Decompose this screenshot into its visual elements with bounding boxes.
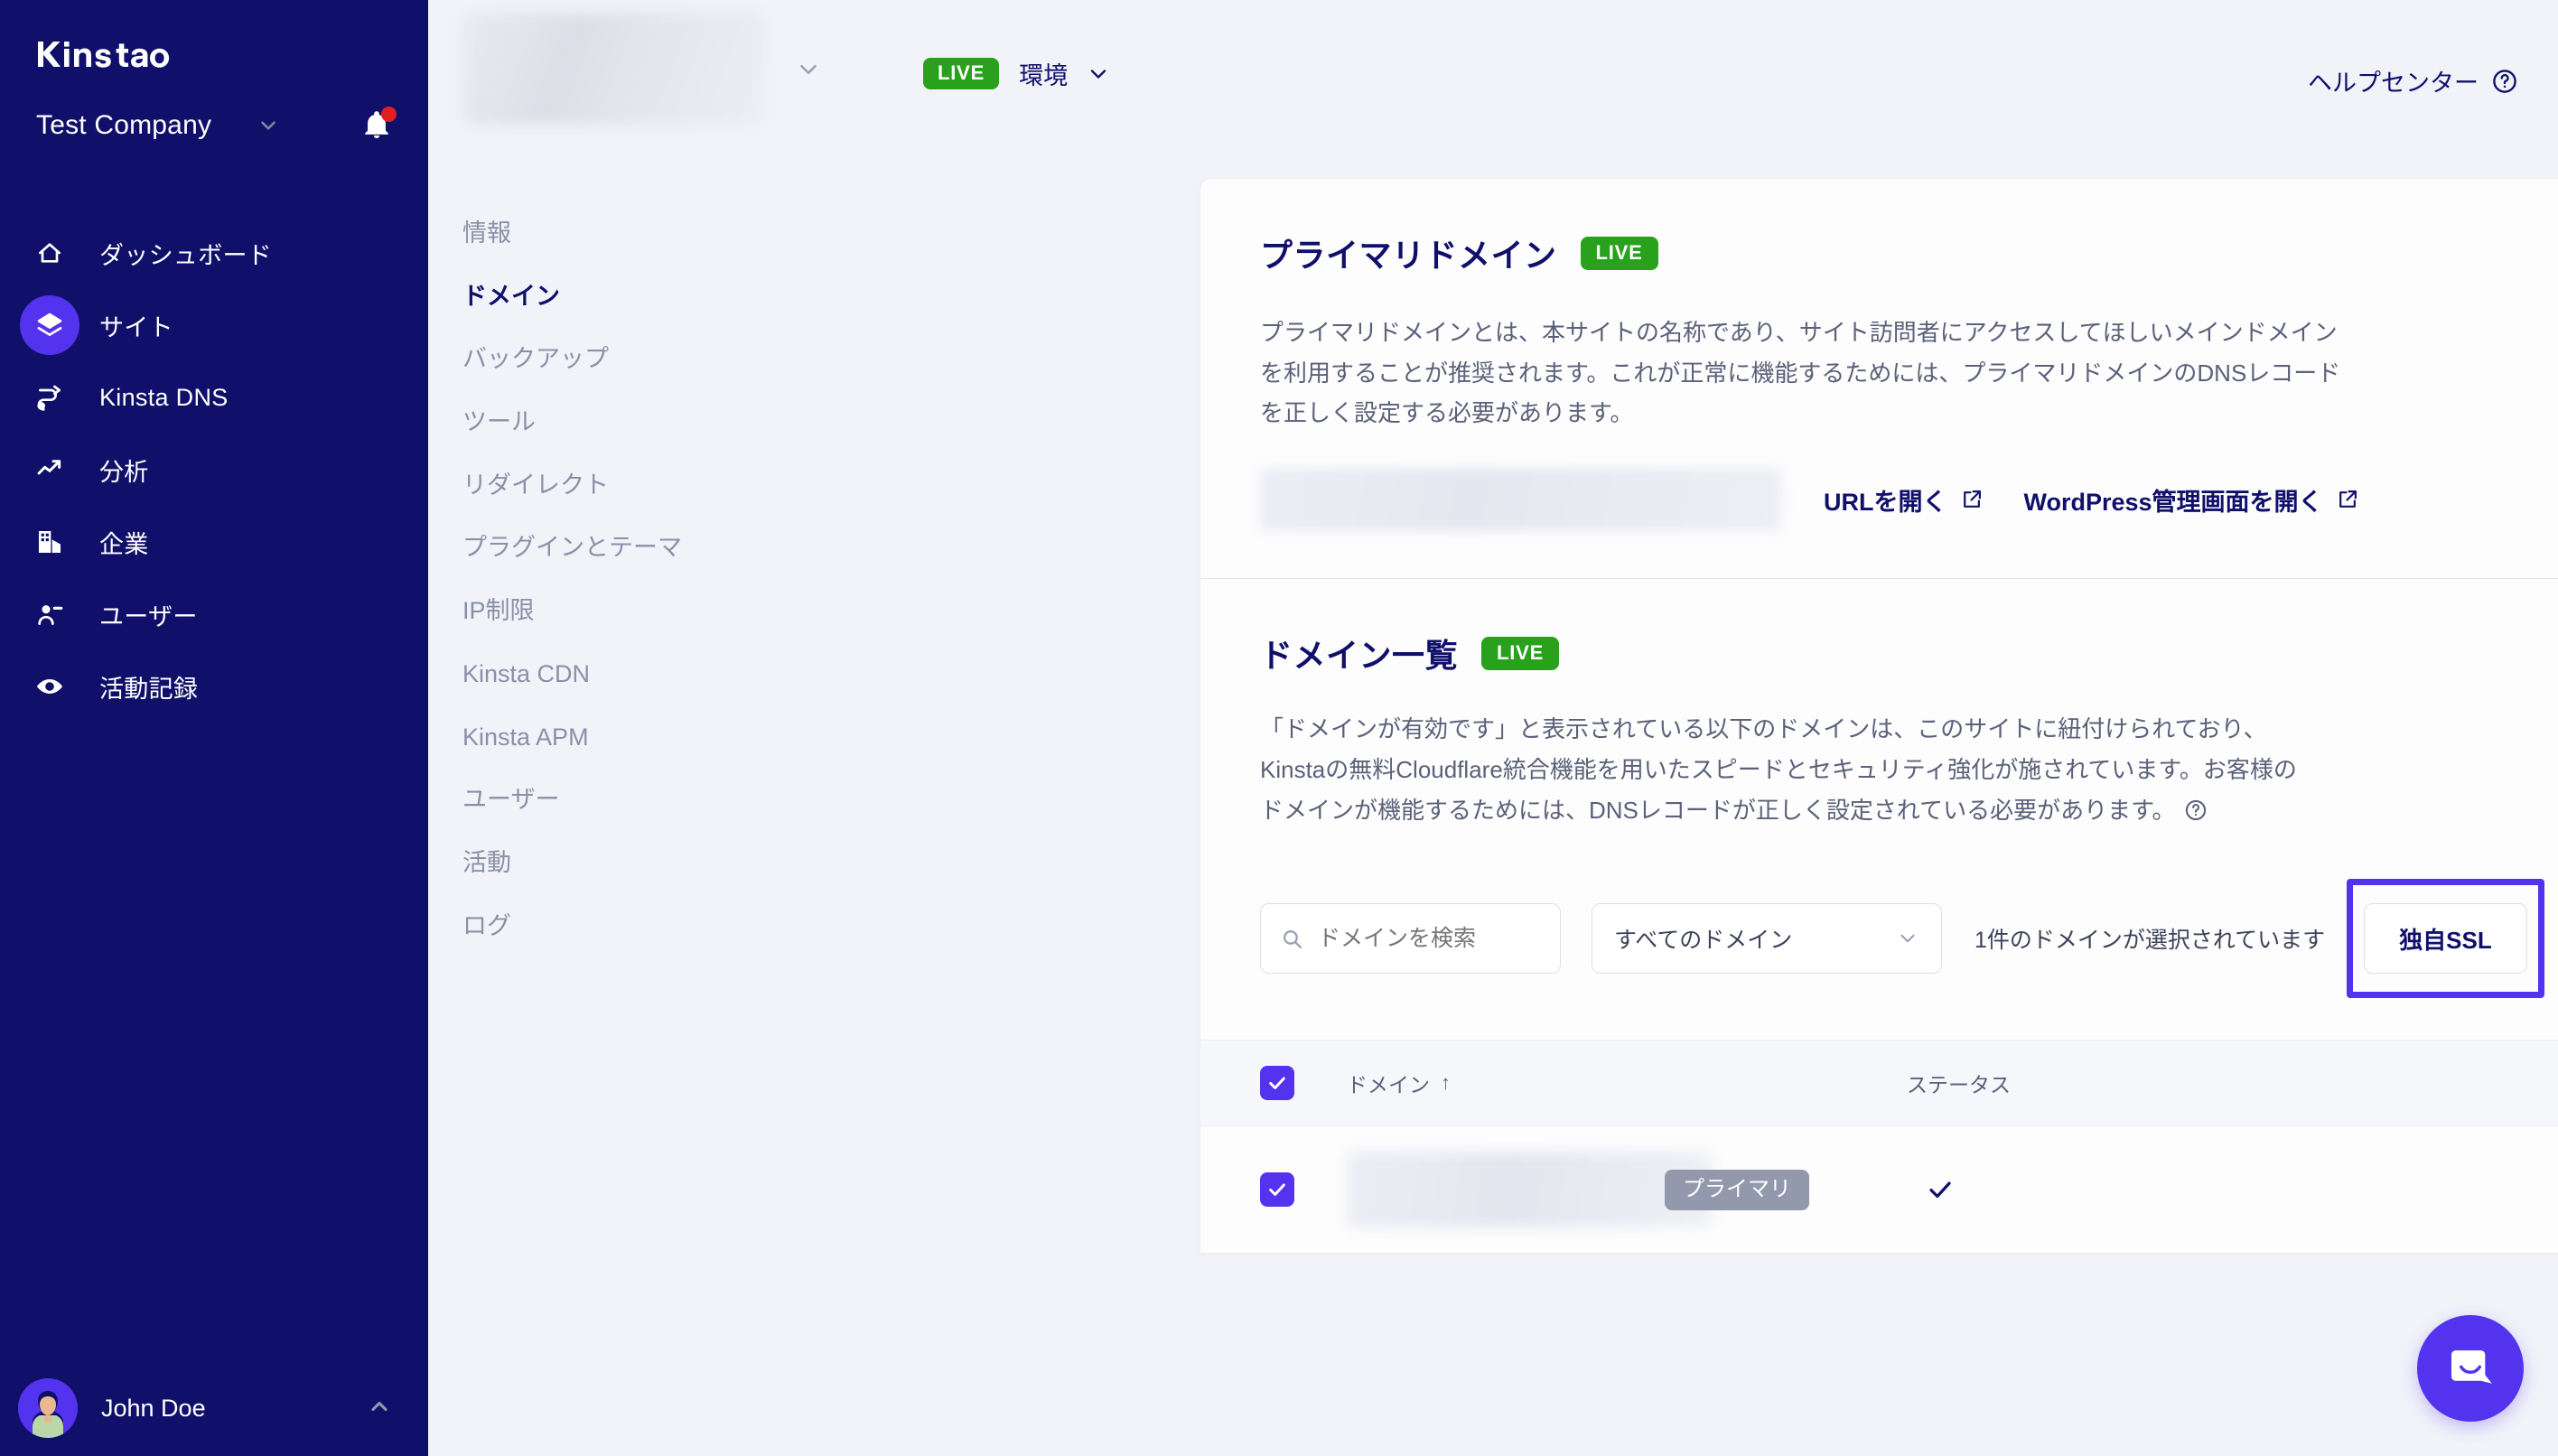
page-title: プライマリドメイン [1260, 229, 1557, 276]
site-subnav: 情報 ドメイン バックアップ ツール リダイレクト プラグインとテーマ IP制限… [428, 179, 772, 957]
primary-domain-section: プライマリドメイン LIVE プライマリドメインとは、本サイトの名称であり、サイ… [1200, 179, 2558, 578]
external-link-icon [2336, 489, 2358, 511]
subnav-item-logs[interactable]: ログ [0, 895, 772, 958]
check-icon [1267, 1180, 1287, 1199]
subnav-item-kinsta-apm[interactable]: Kinsta APM [0, 706, 772, 770]
domain-list-header: ドメイン一覧 LIVE もっと詳しく [1260, 630, 2558, 677]
chevron-up-icon[interactable] [367, 1394, 392, 1423]
check-icon [1927, 1176, 1954, 1203]
subnav-item-activity[interactable]: 活動 [0, 832, 772, 895]
site-name-blurred [462, 13, 764, 125]
url-blurred [1260, 468, 1782, 531]
domain-list-description-text: 「ドメインが有効です」と表示されている以下のドメインは、このサイトに紐付けられて… [1260, 715, 2297, 823]
row-checkbox[interactable] [1260, 1172, 1294, 1207]
subnav-item-info[interactable]: 情報 [0, 202, 772, 266]
content-card: プライマリドメイン LIVE プライマリドメインとは、本サイトの名称であり、サイ… [1200, 179, 2558, 1253]
avatar [18, 1378, 78, 1438]
search-icon [1281, 928, 1303, 950]
kinsta-logo[interactable] [0, 0, 428, 72]
main-area: LIVE 環境 ヘルプセンター 情報 ドメイン バックアップ ツール リダイレク… [428, 0, 2558, 1456]
company-name: Test Company [36, 110, 211, 141]
question-circle-icon [2491, 68, 2518, 95]
site-switcher-chevron-down-icon[interactable] [795, 56, 822, 88]
domain-filter-value: すべてのドメイン [1614, 922, 1792, 955]
chevron-down-icon[interactable] [257, 114, 280, 137]
search-input[interactable] [1318, 926, 1540, 952]
domain-filter-select[interactable]: すべてのドメイン [1592, 903, 1942, 974]
primary-domain-url-row: URLを開く WordPress管理画面を開く [1260, 468, 2558, 578]
live-badge: LIVE [923, 58, 999, 89]
column-header-domain[interactable]: ドメイン ↑ [1347, 1068, 1907, 1098]
subnav-item-plugins-themes[interactable]: プラグインとテーマ [0, 517, 772, 580]
sort-ascending-icon: ↑ [1441, 1071, 1451, 1095]
subnav-item-tools[interactable]: ツール [0, 391, 772, 454]
open-wp-admin-link[interactable]: WordPress管理画面を開く [2024, 482, 2358, 518]
open-url-label: URLを開く [1824, 482, 1947, 518]
column-header-domain-label: ドメイン [1347, 1068, 1430, 1098]
external-link-icon [1960, 489, 1983, 511]
topbar: LIVE 環境 ヘルプセンター [428, 0, 2558, 179]
subnav-item-users[interactable]: ユーザー [0, 769, 772, 832]
environment-label: 環境 [1019, 56, 1068, 91]
user-menu[interactable]: John Doe [0, 1360, 428, 1456]
environment-selector[interactable]: LIVE 環境 [923, 56, 1111, 91]
search-domains-box[interactable] [1260, 903, 1561, 974]
primary-tag: プライマリ [1665, 1170, 1809, 1210]
domain-list-title-row: ドメイン一覧 LIVE [1260, 630, 1559, 677]
subnav-item-redirects[interactable]: リダイレクト [0, 454, 772, 518]
custom-ssl-highlight: 独自SSL [2347, 879, 2544, 998]
user-name: John Doe [101, 1395, 206, 1423]
domain-name-blurred [1347, 1152, 1712, 1227]
selection-count-text: 1件のドメインが選択されています [1975, 922, 2325, 955]
select-all-checkbox[interactable] [1260, 1066, 1294, 1100]
domain-list-title: ドメイン一覧 [1260, 630, 1458, 677]
primary-domain-description: プライマリドメインとは、本サイトの名称であり、サイト訪問者にアクセスしてほしいメ… [1260, 313, 2344, 434]
subnav-item-backups[interactable]: バックアップ [0, 328, 772, 391]
kinsta-logo-icon [36, 36, 190, 72]
chat-launcher-button[interactable] [2417, 1315, 2524, 1422]
question-circle-icon[interactable] [2184, 798, 2208, 822]
open-url-link[interactable]: URLを開く [1824, 482, 1983, 518]
row-status [1927, 1176, 1954, 1203]
chevron-down-icon [1896, 927, 1919, 950]
domain-table-header: ドメイン ↑ ステータス [1200, 1040, 2558, 1126]
company-selector[interactable]: Test Company [36, 110, 392, 141]
subnav-item-kinsta-cdn[interactable]: Kinsta CDN [0, 643, 772, 706]
app-root: Test Company ダッシュボード [0, 0, 2558, 1456]
open-wp-admin-label: WordPress管理画面を開く [2024, 482, 2323, 518]
table-row: プライマリ [1200, 1126, 2558, 1253]
help-center-link[interactable]: ヘルプセンター [2308, 63, 2518, 98]
domain-list-desc-row: 「ドメインが有効です」と表示されている以下のドメインは、このサイトに紐付けられて… [1260, 709, 2558, 830]
domain-list-toolbar: すべてのドメイン 1件のドメインが選択されています 独自SSL ドメインを削除 [1260, 879, 2558, 1040]
notification-badge-dot [381, 107, 397, 122]
domain-list-section: ドメイン一覧 LIVE もっと詳しく 「ドメインが有効です」と表示されている以下… [1200, 579, 2558, 1040]
chat-bubble-icon [2445, 1343, 2496, 1394]
column-header-status: ステータス [1907, 1068, 2011, 1098]
subnav-item-ip-deny[interactable]: IP制限 [0, 580, 772, 643]
custom-ssl-button[interactable]: 独自SSL [2364, 903, 2527, 974]
notifications-button[interactable] [361, 110, 392, 141]
status-badge: LIVE [1481, 637, 1559, 670]
help-center-label: ヘルプセンター [2308, 63, 2479, 98]
primary-domain-header: プライマリドメイン LIVE [1260, 229, 2558, 276]
domain-list-description: 「ドメインが有効です」と表示されている以下のドメインは、このサイトに紐付けられて… [1260, 709, 2312, 830]
avatar-icon [18, 1378, 78, 1438]
subnav-item-domains[interactable]: ドメイン [0, 266, 772, 329]
status-badge: LIVE [1581, 237, 1658, 270]
chevron-down-icon[interactable] [1086, 61, 1111, 87]
check-icon [1267, 1073, 1287, 1093]
